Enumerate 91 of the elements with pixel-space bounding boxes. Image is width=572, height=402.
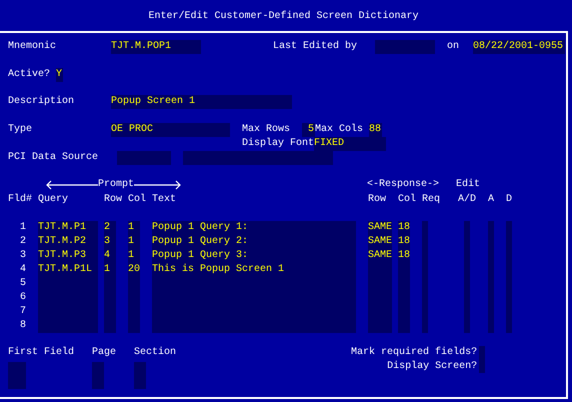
field-label: Mnemonic — [8, 40, 56, 54]
table-cell[interactable]: 4 — [104, 249, 116, 263]
input-field[interactable] — [375, 40, 436, 54]
table-cell[interactable] — [464, 319, 470, 333]
table-cell[interactable]: 18 — [398, 235, 410, 249]
table-cell[interactable]: This is Popup Screen 1 — [152, 263, 356, 277]
window-title: Enter/Edit Customer-Defined Screen Dictionary — [148, 10, 419, 24]
column-header: A — [488, 193, 494, 207]
field-label: Max Rows — [242, 123, 290, 137]
table-cell[interactable]: 18 — [398, 221, 410, 235]
field-label: Display Font — [242, 137, 314, 151]
table-cell[interactable]: Popup 1 Query 1: — [152, 221, 356, 235]
table-cell[interactable] — [506, 319, 512, 333]
input-field[interactable] — [117, 151, 172, 165]
right-arrow-icon — [134, 180, 182, 190]
input-field[interactable]: Popup Screen 1 — [111, 95, 292, 109]
row-number: 7 — [18, 305, 26, 319]
field-label: Type — [8, 123, 32, 137]
table-cell[interactable]: SAME — [368, 235, 392, 249]
table-cell[interactable] — [488, 319, 494, 333]
row-number: 5 — [18, 277, 26, 291]
table-cell[interactable] — [422, 221, 428, 235]
table-cell[interactable] — [422, 319, 428, 333]
column-header: Text — [152, 193, 176, 207]
field-label: Mark required fields? — [351, 346, 478, 360]
column-header: Query — [38, 193, 70, 207]
field-label: on — [447, 40, 460, 54]
input-field[interactable]: 5 — [302, 123, 316, 137]
table-cell[interactable] — [488, 221, 494, 235]
table-cell[interactable]: 1 — [128, 235, 140, 249]
row-number: 1 — [18, 221, 26, 235]
column-header: A/D — [458, 193, 476, 207]
table-cell[interactable]: 3 — [104, 235, 116, 249]
table-cell[interactable]: Popup 1 Query 3: — [152, 249, 356, 263]
table-cell[interactable]: SAME — [368, 249, 392, 263]
column-group-label: Edit — [456, 178, 480, 192]
input-field[interactable] — [479, 346, 486, 373]
input-field[interactable] — [8, 362, 26, 389]
table-cell[interactable]: 2 — [104, 221, 116, 235]
row-number: 3 — [18, 249, 26, 263]
column-header: Row — [368, 193, 386, 207]
input-field[interactable]: Y — [56, 68, 64, 82]
table-cell[interactable]: 1 — [128, 249, 140, 263]
left-arrow-icon — [46, 180, 98, 190]
field-label: Page — [92, 346, 116, 360]
table-cell[interactable]: SAME — [368, 221, 392, 235]
column-header: Fld# — [8, 193, 32, 207]
table-cell[interactable] — [104, 319, 116, 333]
table-cell[interactable] — [38, 319, 98, 333]
column-group-label: Prompt — [98, 178, 134, 192]
table-cell[interactable] — [464, 221, 470, 235]
input-field[interactable]: OE PROC — [111, 123, 230, 137]
field-label: Section — [134, 346, 176, 360]
column-header: Req — [422, 193, 440, 207]
input-field[interactable] — [92, 362, 104, 389]
row-number: 4 — [18, 263, 26, 277]
input-field[interactable]: FIXED — [314, 137, 386, 151]
column-header: Col — [128, 193, 146, 207]
row-number: 8 — [18, 319, 26, 333]
table-cell[interactable] — [128, 319, 140, 333]
field-label: Last Edited by — [273, 40, 358, 54]
field-label: Display Screen? — [387, 360, 478, 374]
input-field[interactable]: 08/22/2001-0955 — [473, 40, 566, 54]
table-cell[interactable]: 1 — [128, 221, 140, 235]
table-cell[interactable] — [398, 319, 410, 333]
table-cell[interactable]: TJT.M.P3 — [38, 249, 98, 263]
field-label: Max Cols — [315, 123, 364, 137]
table-cell[interactable]: TJT.M.P1L — [38, 263, 98, 277]
table-cell[interactable]: 1 — [104, 263, 116, 277]
input-field[interactable] — [134, 362, 146, 389]
table-cell[interactable] — [368, 319, 392, 333]
column-header: D — [506, 193, 512, 207]
input-field[interactable]: 88 — [369, 123, 382, 137]
column-header: Col — [398, 193, 416, 207]
table-cell[interactable]: TJT.M.P2 — [38, 235, 98, 249]
table-cell[interactable]: TJT.M.P1 — [38, 221, 98, 235]
row-number: 6 — [18, 291, 26, 305]
input-field[interactable]: TJT.M.POP1 — [111, 40, 202, 54]
field-label: PCI Data Source — [8, 151, 98, 165]
field-label: Description — [8, 95, 74, 109]
column-group-label: <-Response-> — [367, 178, 440, 192]
column-header: Row — [104, 193, 122, 207]
table-cell[interactable]: 20 — [128, 263, 140, 277]
field-label: Active? — [8, 68, 50, 82]
field-label: First Field — [8, 346, 74, 360]
table-cell[interactable] — [506, 221, 512, 235]
table-cell[interactable]: Popup 1 Query 2: — [152, 235, 356, 249]
table-cell[interactable] — [152, 319, 356, 333]
table-cell[interactable]: 18 — [398, 249, 410, 263]
input-field[interactable] — [183, 151, 334, 165]
row-number: 2 — [18, 235, 26, 249]
